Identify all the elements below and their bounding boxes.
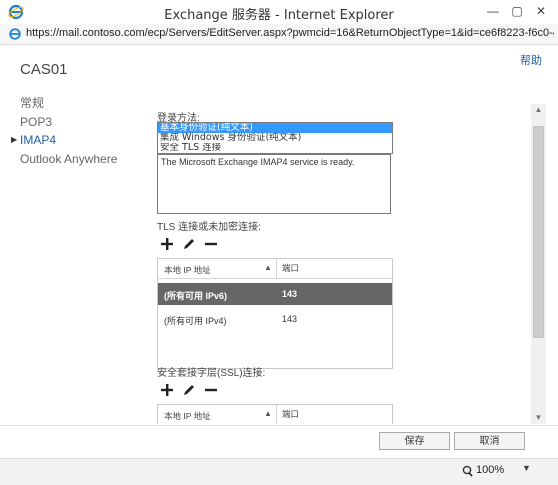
left-nav: 常规 POP3 ▶ IMAP4 Outlook Anywhere bbox=[11, 94, 117, 169]
tls-grid: 本地 IP 地址 ▲ 端口 (所有可用 IPv6) 143 (所有可用 IPv4… bbox=[157, 258, 393, 369]
nav-item-pop3[interactable]: POP3 bbox=[20, 113, 117, 132]
url-text[interactable]: https://mail.contoso.com/ecp/Servers/Edi… bbox=[26, 27, 554, 39]
scroll-down-icon[interactable]: ▼ bbox=[531, 412, 546, 424]
table-row[interactable]: (所有可用 IPv6) 143 bbox=[158, 283, 392, 305]
column-header-ip[interactable]: 本地 IP 地址 bbox=[164, 264, 211, 276]
ssl-grid: 本地 IP 地址 ▲ 端口 bbox=[157, 404, 393, 424]
footer-divider bbox=[0, 425, 558, 426]
chevron-down-icon[interactable]: ▼ bbox=[522, 463, 531, 473]
nav-item-general[interactable]: 常规 bbox=[20, 94, 117, 113]
sort-ascending-icon: ▲ bbox=[264, 409, 272, 418]
row-ip: (所有可用 IPv6) bbox=[164, 291, 228, 301]
login-option-basic[interactable]: 基本身份验证(纯文本) bbox=[158, 123, 392, 133]
edit-icon[interactable] bbox=[181, 382, 197, 398]
close-button[interactable]: ✕ bbox=[530, 2, 552, 20]
row-ip: (所有可用 IPv4) bbox=[164, 316, 227, 326]
scroll-up-icon[interactable]: ▲ bbox=[531, 104, 546, 116]
remove-icon[interactable] bbox=[203, 236, 219, 252]
nav-item-outlook-anywhere[interactable]: Outlook Anywhere bbox=[20, 150, 117, 169]
add-icon[interactable] bbox=[159, 236, 175, 252]
nav-item-label: Outlook Anywhere bbox=[20, 151, 118, 166]
page-title: CAS01 bbox=[20, 61, 68, 78]
window-title: Exchange 服务器 - Internet Explorer bbox=[164, 8, 394, 23]
column-header-port[interactable]: 端口 bbox=[282, 262, 299, 274]
vertical-scrollbar[interactable]: ▲ ▼ bbox=[531, 104, 546, 424]
column-header-port[interactable]: 端口 bbox=[282, 408, 299, 420]
save-button[interactable]: 保存 bbox=[379, 432, 450, 450]
zoom-level[interactable]: 100% bbox=[476, 464, 504, 476]
maximize-button[interactable]: ▢ bbox=[506, 2, 528, 20]
grid-header: 本地 IP 地址 ▲ 端口 bbox=[158, 405, 392, 424]
help-link[interactable]: 帮助 bbox=[520, 52, 542, 68]
row-port: 143 bbox=[282, 289, 298, 299]
scrollbar-thumb[interactable] bbox=[533, 126, 544, 338]
remove-icon[interactable] bbox=[203, 382, 219, 398]
title-bar: Exchange 服务器 - Internet Explorer — ▢ ✕ bbox=[0, 0, 558, 25]
ssl-label: 安全套接字层(SSL)连接: bbox=[157, 368, 266, 379]
selected-marker-icon: ▶ bbox=[11, 135, 18, 144]
nav-item-label: IMAP4 bbox=[20, 133, 57, 147]
table-row[interactable]: (所有可用 IPv4) 143 bbox=[158, 308, 392, 330]
address-bar[interactable]: https://mail.contoso.com/ecp/Servers/Edi… bbox=[0, 24, 558, 45]
column-divider[interactable] bbox=[276, 259, 277, 278]
zoom-icon bbox=[462, 465, 473, 477]
login-option-windows[interactable]: 集成 Windows 身份验证(纯文本) bbox=[158, 133, 392, 143]
content-pane: 登录方法: 基本身份验证(纯文本) 集成 Windows 身份验证(纯文本) 安… bbox=[145, 104, 525, 424]
nav-item-label: 常规 bbox=[20, 96, 45, 110]
edit-icon[interactable] bbox=[181, 236, 197, 252]
row-port: 143 bbox=[282, 314, 298, 324]
login-method-list[interactable]: 基本身份验证(纯文本) 集成 Windows 身份验证(纯文本) 安全 TLS … bbox=[157, 122, 393, 154]
minimize-button[interactable]: — bbox=[482, 2, 504, 20]
sort-ascending-icon: ▲ bbox=[264, 263, 272, 272]
add-icon[interactable] bbox=[159, 382, 175, 398]
login-option-tls[interactable]: 安全 TLS 连接 bbox=[158, 143, 392, 153]
nav-item-label: POP3 bbox=[20, 114, 53, 129]
tls-label: TLS 连接或未加密连接: bbox=[157, 222, 261, 233]
column-divider[interactable] bbox=[276, 405, 277, 424]
cancel-button[interactable]: 取消 bbox=[454, 432, 525, 450]
internet-explorer-icon bbox=[9, 28, 21, 40]
grid-header: 本地 IP 地址 ▲ 端口 bbox=[158, 259, 392, 279]
status-bar: 100% ▼ bbox=[0, 458, 558, 485]
nav-item-imap4[interactable]: ▶ IMAP4 bbox=[11, 131, 117, 150]
column-header-ip[interactable]: 本地 IP 地址 bbox=[164, 410, 211, 422]
banner-textarea[interactable]: The Microsoft Exchange IMAP4 service is … bbox=[157, 154, 391, 214]
